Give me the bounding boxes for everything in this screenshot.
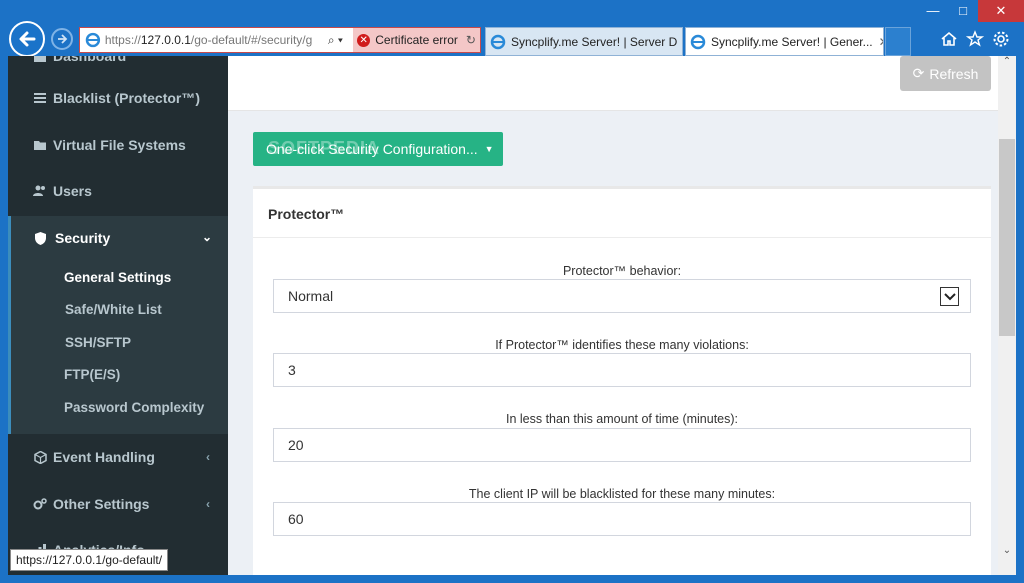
blacklist-duration-label: The client IP will be blacklisted for th… bbox=[468, 487, 776, 501]
ie-icon bbox=[85, 32, 101, 48]
sidebar-group-security: Security ⌄ General Settings Safe/White L… bbox=[8, 216, 228, 434]
new-tab-button[interactable] bbox=[885, 27, 911, 56]
time-window-input[interactable]: 20 bbox=[273, 428, 971, 462]
page-viewport: Dashboard Blacklist (Protector™) Virtual… bbox=[8, 56, 998, 575]
one-click-security-configuration-button[interactable]: One-click Security Configuration... ▼ bbox=[253, 132, 503, 166]
ie-icon bbox=[490, 34, 506, 49]
tab-label: Syncplify.me Server! | Gener... bbox=[711, 34, 873, 49]
refresh-icon: ⟳ bbox=[912, 65, 925, 81]
chevron-left-icon: ‹ bbox=[206, 497, 210, 511]
sidebar-subitem-safe-white-list[interactable]: Safe/White List bbox=[65, 298, 162, 322]
protector-box: Protector™ Protector™ behavior: Normal I… bbox=[253, 186, 991, 575]
sidebar: Dashboard Blacklist (Protector™) Virtual… bbox=[8, 56, 228, 575]
blacklist-duration-input[interactable]: 60 bbox=[273, 502, 971, 536]
dashboard-icon bbox=[33, 56, 47, 63]
sidebar-item-other-settings[interactable]: Other Settings ‹ bbox=[8, 481, 228, 527]
sidebar-item-security[interactable]: Security ⌄ bbox=[11, 216, 228, 260]
arrow-right-icon bbox=[58, 34, 68, 44]
folder-icon bbox=[33, 138, 47, 152]
sidebar-item-blacklist[interactable]: Blacklist (Protector™) bbox=[8, 75, 228, 121]
cube-icon bbox=[33, 450, 47, 464]
time-window-label: In less than this amount of time (minute… bbox=[505, 412, 739, 426]
sidebar-item-users[interactable]: Users bbox=[8, 168, 228, 214]
back-button[interactable] bbox=[9, 21, 45, 57]
divider bbox=[253, 237, 991, 238]
gears-icon bbox=[33, 497, 47, 511]
browser-toolbar-icons bbox=[940, 30, 1010, 48]
violations-label: If Protector™ identifies these many viol… bbox=[495, 338, 749, 352]
ie-icon bbox=[690, 34, 706, 49]
sidebar-item-virtual-file-systems[interactable]: Virtual File Systems bbox=[8, 122, 228, 168]
scroll-up-arrow-icon[interactable]: ⌃ bbox=[998, 56, 1016, 72]
status-bar-url: https://127.0.0.1/go-default/ bbox=[10, 549, 169, 571]
browser-chrome: — □ ✕ https://127.0.0.1/go-default/#/sec… bbox=[0, 0, 1024, 57]
arrow-left-icon bbox=[19, 31, 36, 47]
tab-label: Syncplify.me Server! | Server D bbox=[511, 34, 678, 49]
refresh-button[interactable]: ⟳ Refresh bbox=[900, 56, 991, 91]
close-window-button[interactable]: ✕ bbox=[978, 0, 1024, 22]
chevron-left-icon: ‹ bbox=[206, 450, 210, 464]
search-dropdown-button[interactable]: ⌕ ▾ bbox=[318, 33, 354, 48]
page-scrollbar[interactable]: ⌃ ⌄ bbox=[998, 56, 1016, 575]
home-icon[interactable] bbox=[940, 30, 958, 48]
protector-behavior-select[interactable]: Normal bbox=[273, 279, 971, 313]
maximize-button[interactable]: □ bbox=[948, 0, 978, 22]
sidebar-subitem-password-complexity[interactable]: Password Complexity bbox=[64, 396, 204, 420]
main-content: ⟳ Refresh One-click Security Configurati… bbox=[228, 56, 998, 575]
certificate-error-badge[interactable]: ✕ Certificate error ↻ bbox=[353, 28, 480, 52]
sidebar-item-event-handling[interactable]: Event Handling ‹ bbox=[8, 434, 228, 480]
error-icon: ✕ bbox=[357, 33, 371, 47]
tab-general-settings[interactable]: Syncplify.me Server! | Gener... ✕ bbox=[685, 27, 884, 56]
certificate-error-label: Certificate error bbox=[375, 33, 458, 47]
protector-behavior-label: Protector™ behavior: bbox=[562, 264, 682, 278]
window-frame-right bbox=[1016, 56, 1024, 583]
box-title: Protector™ bbox=[268, 206, 345, 222]
address-url: https://127.0.0.1/go-default/#/security/… bbox=[104, 33, 313, 47]
shield-icon bbox=[35, 231, 49, 245]
address-bar[interactable]: https://127.0.0.1/go-default/#/security/… bbox=[79, 27, 481, 53]
window-frame-bottom bbox=[0, 575, 1024, 583]
gear-icon[interactable] bbox=[992, 30, 1010, 48]
minimize-button[interactable]: — bbox=[918, 0, 948, 22]
violations-input[interactable]: 3 bbox=[273, 353, 971, 387]
window-frame-left bbox=[0, 56, 8, 583]
sidebar-subitem-ssh-sftp[interactable]: SSH/SFTP bbox=[65, 331, 131, 355]
sidebar-subitem-ftpes[interactable]: FTP(E/S) bbox=[64, 363, 120, 387]
content-header: ⟳ Refresh bbox=[228, 56, 998, 111]
forward-button[interactable] bbox=[51, 28, 73, 50]
caret-down-icon: ▼ bbox=[484, 144, 494, 154]
sidebar-subitem-general-settings[interactable]: General Settings bbox=[64, 266, 171, 290]
list-icon bbox=[33, 91, 47, 105]
chevron-down-icon bbox=[940, 287, 959, 306]
favorites-star-icon[interactable] bbox=[965, 30, 985, 48]
tab-server-dashboard[interactable]: Syncplify.me Server! | Server D bbox=[485, 27, 683, 56]
scroll-down-arrow-icon[interactable]: ⌄ bbox=[998, 545, 1016, 561]
chevron-down-icon: ⌄ bbox=[201, 230, 212, 244]
tab-close-icon[interactable]: ✕ bbox=[879, 35, 883, 49]
reload-icon[interactable]: ↻ bbox=[466, 33, 476, 47]
scrollbar-thumb[interactable] bbox=[999, 139, 1015, 336]
users-icon bbox=[33, 184, 47, 198]
window-controls: — □ ✕ bbox=[918, 0, 1024, 22]
